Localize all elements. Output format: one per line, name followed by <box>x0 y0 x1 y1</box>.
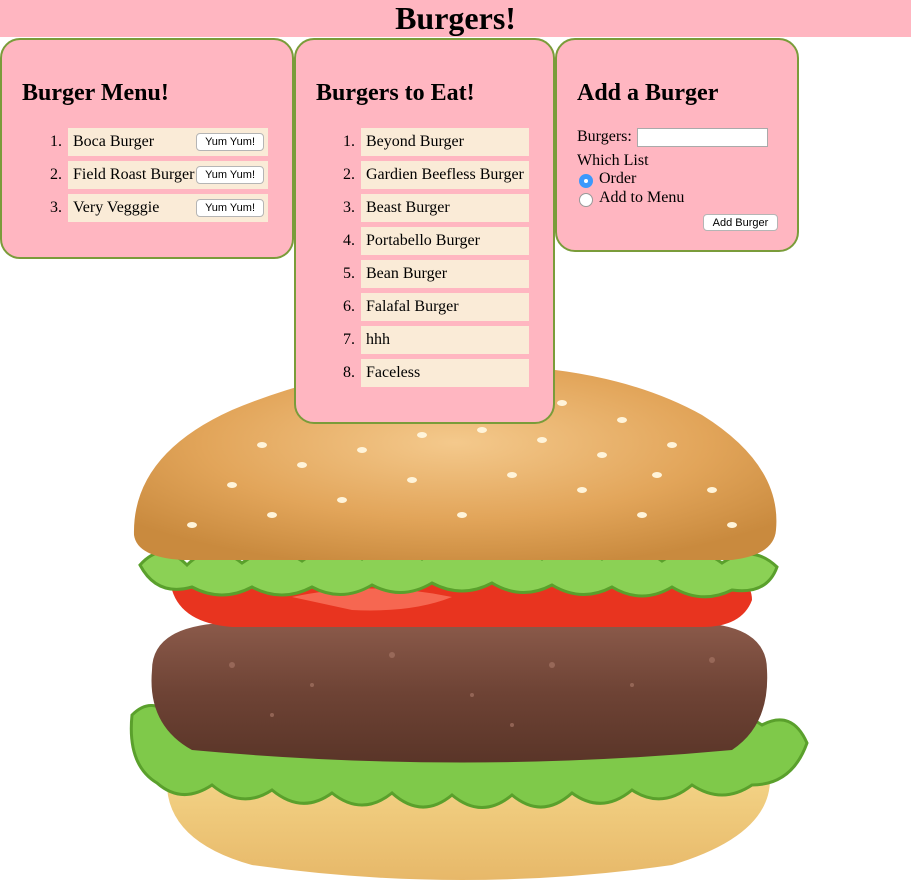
add-burger-button[interactable]: Add Burger <box>703 214 778 231</box>
burger-name-input[interactable] <box>637 128 768 147</box>
burgers-label: Burgers: <box>577 128 632 145</box>
list-item: 2. Gardien Beefless Burger <box>343 161 529 189</box>
burger-name: Bean Burger <box>366 265 448 282</box>
yum-yum-button[interactable]: Yum Yum! <box>196 166 264 184</box>
list-item: 7. hhh <box>343 326 529 354</box>
list-item: 2. Field Roast Burger Yum Yum! <box>50 161 268 189</box>
page-header: Burgers! <box>0 0 911 37</box>
add-burger-panel: Add a Burger Burgers: Which List Order A… <box>555 38 799 252</box>
page-title: Burgers! <box>395 0 516 36</box>
add-to-menu-radio-label[interactable]: Add to Menu <box>599 189 684 207</box>
burger-name: Faceless <box>366 364 421 381</box>
list-item: 1. Boca Burger Yum Yum! <box>50 128 268 156</box>
yum-yum-button[interactable]: Yum Yum! <box>196 199 264 217</box>
list-number: 2. <box>50 166 62 183</box>
yum-yum-button[interactable]: Yum Yum! <box>196 133 264 151</box>
burger-name: Field Roast Burger <box>73 166 195 183</box>
list-item: 4. Portabello Burger <box>343 227 529 255</box>
list-number: 3. <box>50 199 62 216</box>
list-number: 6. <box>343 298 355 315</box>
burger-image <box>129 365 809 880</box>
burgers-to-eat-title: Burgers to Eat! <box>316 80 475 106</box>
burgers-to-eat-panel: Burgers to Eat! 1. Beyond Burger 2. Gardie… <box>294 38 555 424</box>
list-number: 3. <box>343 199 355 216</box>
list-number: 4. <box>343 232 355 249</box>
burger-name: Very Vegggie <box>73 199 160 216</box>
list-number: 1. <box>50 133 62 150</box>
list-number: 8. <box>343 364 355 381</box>
list-number: 2. <box>343 166 355 183</box>
list-item: 3. Beast Burger <box>343 194 529 222</box>
burger-name: Portabello Burger <box>366 232 480 249</box>
list-number: 5. <box>343 265 355 282</box>
list-item: 6. Falafal Burger <box>343 293 529 321</box>
burger-menu-title: Burger Menu! <box>22 80 169 106</box>
list-item: 5. Bean Burger <box>343 260 529 288</box>
order-radio[interactable] <box>579 174 593 188</box>
list-item: 1. Beyond Burger <box>343 128 529 156</box>
list-item: 3. Very Vegggie Yum Yum! <box>50 194 268 222</box>
add-burger-title: Add a Burger <box>577 80 719 106</box>
list-item: 8. Faceless <box>343 359 529 387</box>
order-radio-label[interactable]: Order <box>599 170 636 188</box>
add-to-menu-radio[interactable] <box>579 193 593 207</box>
burger-name: hhh <box>366 331 390 348</box>
burger-menu-panel: Burger Menu! 1. Boca Burger Yum Yum! 2. … <box>0 38 294 259</box>
list-number: 7. <box>343 331 355 348</box>
burger-name: Gardien Beefless Burger <box>366 166 524 183</box>
list-number: 1. <box>343 133 355 150</box>
burgers-to-eat-list: 1. Beyond Burger 2. Gardien Beefless Burge… <box>343 128 529 392</box>
burger-name: Beyond Burger <box>366 133 464 150</box>
which-list-label: Which List <box>577 152 649 169</box>
burger-name: Falafal Burger <box>366 298 459 315</box>
burger-name: Boca Burger <box>73 133 155 150</box>
burger-name: Beast Burger <box>366 199 450 216</box>
burger-menu-list: 1. Boca Burger Yum Yum! 2. Field Roast B… <box>50 128 268 227</box>
